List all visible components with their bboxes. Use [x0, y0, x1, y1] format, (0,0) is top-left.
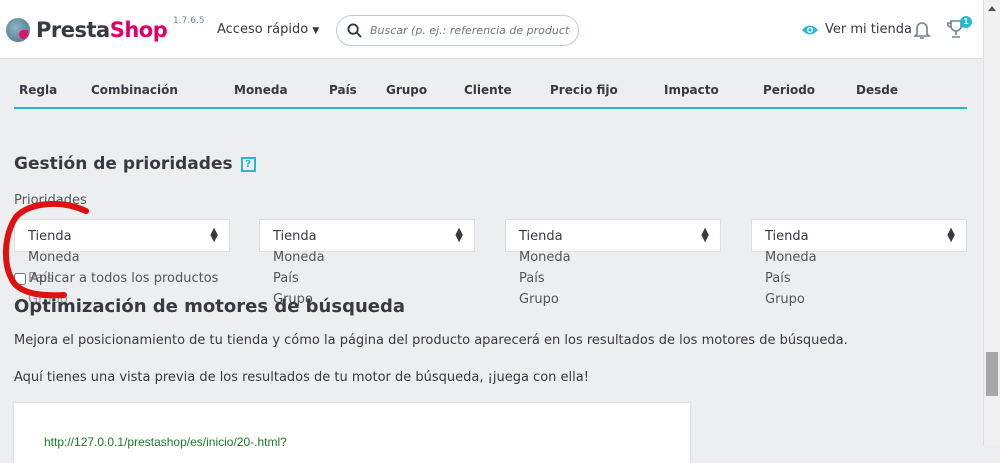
- col-impacto: Impacto: [664, 83, 719, 97]
- caret-down-icon: ▼: [312, 26, 320, 36]
- preview-url: http://127.0.0.1/prestashop/es/inicio/20…: [44, 435, 287, 449]
- col-periodo: Periodo: [763, 83, 816, 97]
- logo-text: Presta: [36, 18, 110, 42]
- search-input[interactable]: [370, 24, 570, 37]
- notification-badge: 1: [960, 16, 972, 28]
- option-grupo[interactable]: Grupo: [765, 292, 805, 307]
- priority-select-3[interactable]: Tienda ▲ ▼: [505, 219, 721, 252]
- search-icon: [347, 23, 362, 38]
- option-moneda[interactable]: Moneda: [519, 250, 571, 265]
- col-desde: Desde: [856, 83, 898, 97]
- apply-all-checkbox-input[interactable]: [14, 272, 26, 285]
- page-scrollbar[interactable]: [983, 0, 1000, 446]
- view-store-label: Ver mi tienda: [825, 22, 912, 37]
- col-grupo: Grupo: [386, 83, 428, 97]
- sort-arrows-icon: ▲ ▼: [701, 226, 709, 244]
- priorities-title: Gestión de prioridades?: [14, 154, 256, 174]
- col-pais: País: [329, 83, 357, 97]
- logo-text-accent: Shop: [109, 18, 168, 42]
- priority-select-2[interactable]: Tienda ▲ ▼: [259, 219, 475, 252]
- col-regla: Regla: [19, 83, 58, 97]
- logo-icon: [6, 18, 30, 42]
- option-moneda[interactable]: Moneda: [28, 250, 80, 265]
- eye-icon: [802, 25, 818, 34]
- sort-arrows-icon: ▲ ▼: [210, 226, 218, 244]
- search-preview-card: http://127.0.0.1/prestashop/es/inicio/20…: [14, 403, 690, 463]
- apply-all-checkbox[interactable]: Aplicar a todos los productos: [14, 271, 218, 286]
- select-value: Tienda: [28, 229, 72, 244]
- top-header: PrestaShop 1.7.6.5 Acceso rápido ▼ Ver m…: [0, 0, 983, 59]
- scroll-thumb[interactable]: [986, 352, 998, 396]
- col-cliente: Cliente: [464, 83, 512, 97]
- option-pais[interactable]: País: [273, 271, 299, 286]
- view-store-link[interactable]: Ver mi tienda: [801, 22, 912, 37]
- search-box[interactable]: [336, 15, 579, 46]
- sort-arrows-icon: ▲ ▼: [455, 226, 463, 244]
- option-pais[interactable]: País: [765, 271, 791, 286]
- version-label: 1.7.6.5: [173, 16, 205, 26]
- col-precio-fijo: Precio fijo: [550, 83, 618, 97]
- priority-select-4[interactable]: Tienda ▲ ▼: [751, 219, 967, 252]
- help-icon[interactable]: ?: [240, 156, 256, 172]
- bell-icon[interactable]: [913, 20, 931, 40]
- sort-arrows-icon: ▲ ▼: [947, 226, 955, 244]
- option-grupo[interactable]: Grupo: [519, 292, 559, 307]
- priority-select-1[interactable]: Tienda ▲ ▼: [14, 219, 230, 252]
- apply-all-label: Aplicar a todos los productos: [30, 271, 219, 286]
- option-moneda[interactable]: Moneda: [765, 250, 817, 265]
- prestashop-logo[interactable]: PrestaShop: [6, 18, 168, 42]
- col-moneda: Moneda: [234, 83, 288, 97]
- quick-access-dropdown[interactable]: Acceso rápido ▼: [217, 22, 319, 37]
- seo-title: Optimización de motores de búsqueda: [14, 296, 406, 317]
- seo-preview-intro: Aquí tienes una vista previa de los resu…: [14, 370, 589, 385]
- specific-prices-table-header: Regla Combinación Moneda País Grupo Clie…: [14, 80, 967, 109]
- priorities-label: Prioridades: [14, 193, 87, 208]
- select-value: Tienda: [519, 229, 563, 244]
- priorities-title-text: Gestión de prioridades: [14, 154, 233, 174]
- quick-access-label: Acceso rápido: [217, 22, 309, 37]
- col-combinacion: Combinación: [91, 83, 178, 97]
- seo-description: Mejora el posicionamiento de tu tienda y…: [14, 333, 848, 348]
- scroll-up-arrow-icon[interactable]: [988, 6, 996, 11]
- select-value: Tienda: [273, 229, 317, 244]
- select-value: Tienda: [765, 229, 809, 244]
- option-pais[interactable]: País: [519, 271, 545, 286]
- option-moneda[interactable]: Moneda: [273, 250, 325, 265]
